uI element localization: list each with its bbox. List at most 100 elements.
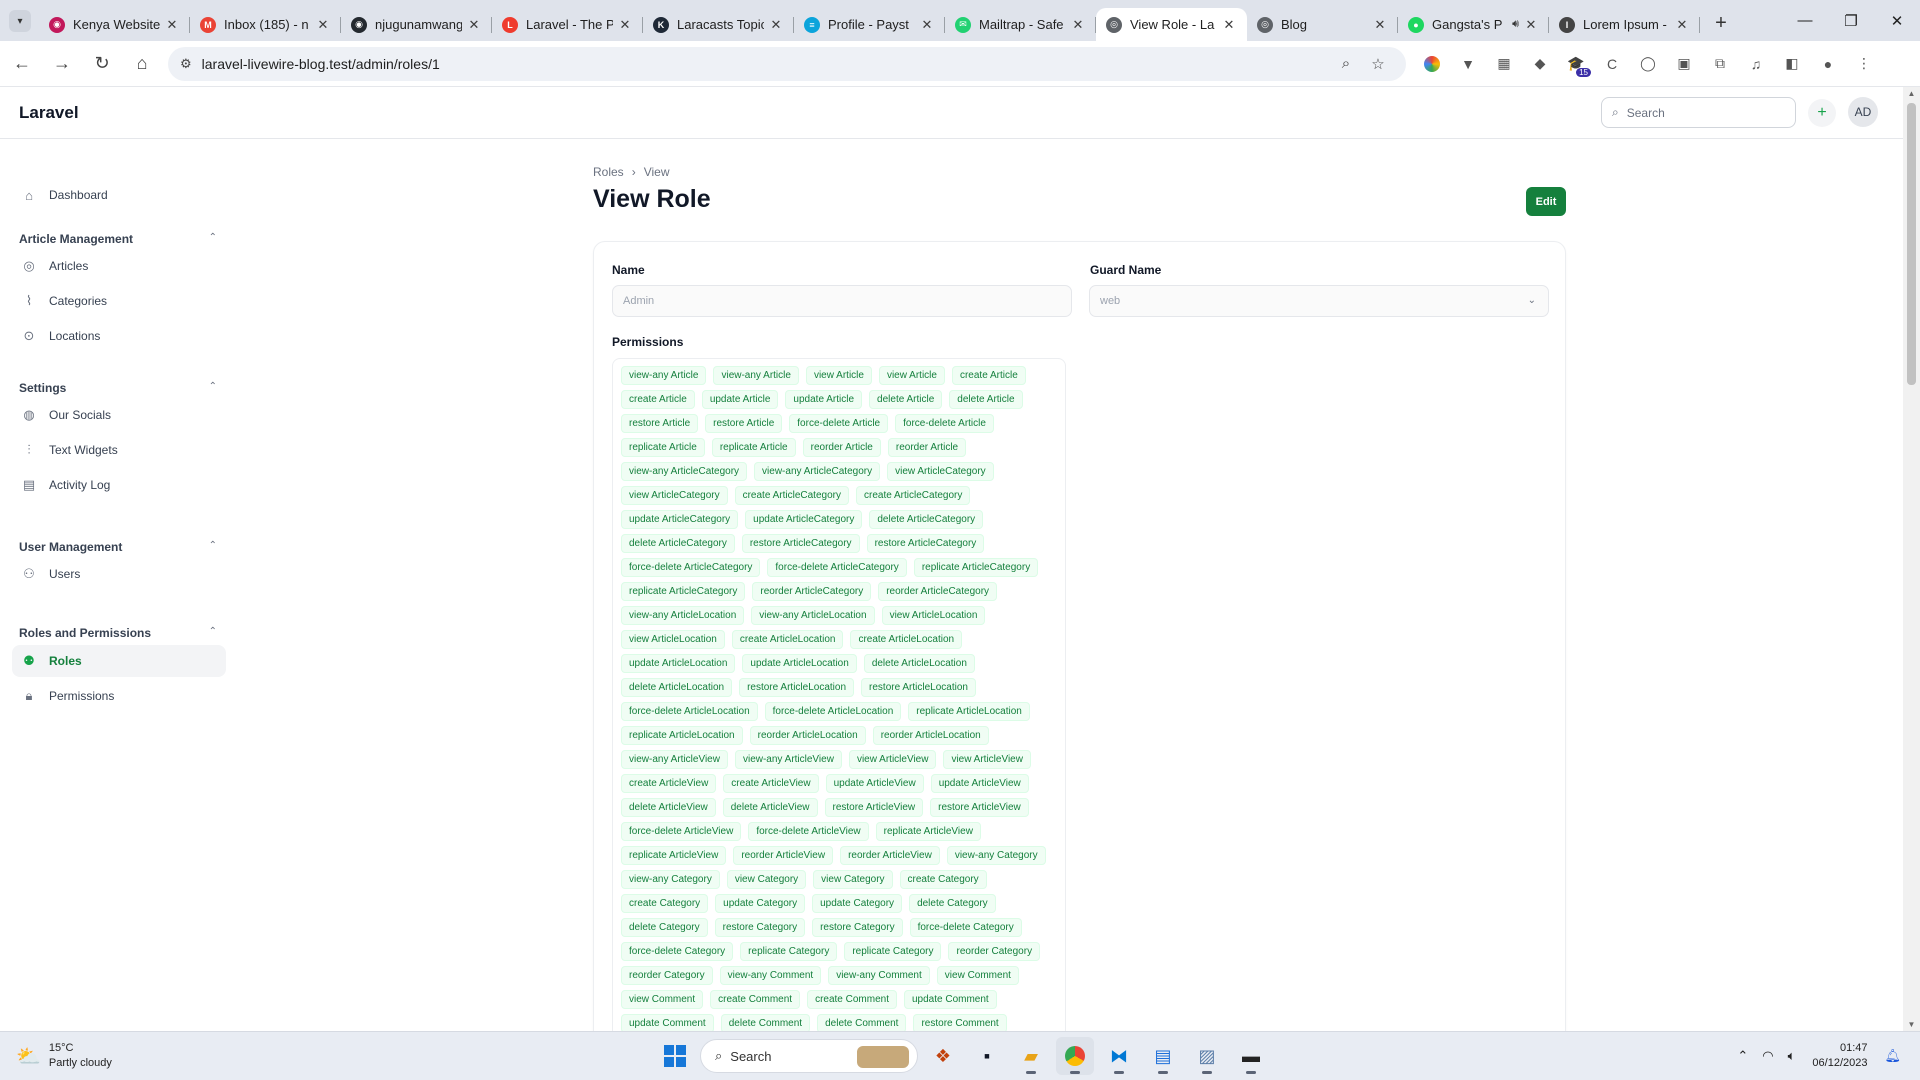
browser-tab[interactable]: I Lorem Ipsum - ✕	[1549, 8, 1700, 41]
new-tab-button[interactable]: +	[1706, 8, 1736, 38]
avatar[interactable]: AD	[1848, 97, 1878, 127]
sidebar-group-user-management[interactable]: User Management ⌃	[19, 540, 217, 554]
sidebar-group-article-management[interactable]: Article Management ⌃	[19, 232, 217, 246]
sidebar-item-users[interactable]: ⚇ Users	[12, 558, 226, 590]
url-text[interactable]: laravel-livewire-blog.test/admin/roles/1	[202, 56, 1330, 72]
color-extension-icon[interactable]	[1414, 49, 1450, 79]
tab-close-icon[interactable]: ✕	[919, 17, 935, 33]
tab-close-icon[interactable]: ✕	[466, 17, 482, 33]
site-info-icon[interactable]: ⚙	[180, 56, 192, 72]
forward-icon[interactable]: →	[44, 46, 80, 82]
vscode-icon[interactable]: ⧓	[1100, 1037, 1138, 1075]
tab-close-icon[interactable]: ✕	[617, 17, 633, 33]
breadcrumb-view[interactable]: View	[644, 165, 670, 179]
breadcrumb-roles[interactable]: Roles	[593, 165, 624, 179]
edit-button[interactable]: Edit	[1526, 187, 1566, 216]
tab-close-icon[interactable]: ✕	[315, 17, 331, 33]
browser-tab[interactable]: M Inbox (185) - n ✕	[190, 8, 341, 41]
chevron-up-icon[interactable]: ⌃	[209, 540, 217, 554]
page-scrollbar[interactable]: ▲ ▼	[1903, 87, 1920, 1031]
task-view-icon[interactable]: ▪	[968, 1037, 1006, 1075]
c-extension-icon[interactable]: C	[1594, 49, 1630, 79]
browser-tab[interactable]: ◉ njugunamwang ✕	[341, 8, 492, 41]
extensions-icon[interactable]: ⧉	[1702, 49, 1738, 79]
sidebar-item-text-widgets[interactable]: ⫶ Text Widgets	[12, 434, 226, 466]
sidebar-item-permissions[interactable]: 🔒︎ Permissions	[12, 680, 226, 712]
tab-audio-icon[interactable]: 🔊︎	[1512, 18, 1519, 31]
browser-tab[interactable]: L Laravel - The P ✕	[492, 8, 643, 41]
tab-close-icon[interactable]: ✕	[1221, 17, 1237, 33]
back-icon[interactable]: ←	[4, 46, 40, 82]
address-bar[interactable]: ⚙ laravel-livewire-blog.test/admin/roles…	[168, 46, 1406, 81]
reload-icon[interactable]: ↻	[84, 46, 120, 82]
side-panel-icon[interactable]: ◧	[1774, 49, 1810, 79]
square-extension-icon[interactable]: ▣	[1666, 49, 1702, 79]
sidebar-item-our-socials[interactable]: ◍ Our Socials	[12, 399, 226, 431]
browser-tab[interactable]: ◎ Blog ✕	[1247, 8, 1398, 41]
chevron-up-icon[interactable]: ⌃	[209, 232, 217, 246]
sidebar-group-settings[interactable]: Settings ⌃	[19, 381, 217, 395]
sidebar-item-activity-log[interactable]: ▤ Activity Log	[12, 469, 226, 501]
photos-icon[interactable]: ▨	[1188, 1037, 1226, 1075]
sidebar-group-roles-and-permissions[interactable]: Roles and Permissions ⌃	[19, 626, 217, 640]
puzzle-piece-extension-icon[interactable]: ◆	[1522, 49, 1558, 79]
graduation-extension-icon[interactable]: 🎓 15	[1558, 49, 1594, 79]
browser-tab[interactable]: ◎ View Role - La ✕	[1096, 8, 1247, 41]
file-explorer-icon[interactable]: ▰	[1012, 1037, 1050, 1075]
notification-bell-icon[interactable]: 🔔︎	[1884, 1048, 1901, 1064]
name-field[interactable]: Admin	[612, 285, 1072, 317]
browser-menu-icon[interactable]: ⋮	[1846, 49, 1882, 79]
sidebar-item-categories[interactable]: ⌇ Categories	[12, 285, 226, 317]
windows-taskbar: ⛅ 15°C Partly cloudy ⌕ Search ❖ ▪ ▰ ⧓ ▤ …	[0, 1031, 1920, 1080]
tab-search-button[interactable]: ▾	[9, 10, 31, 32]
home-icon[interactable]: ⌂	[124, 46, 160, 82]
tab-close-icon[interactable]: ✕	[1372, 17, 1388, 33]
browser-tab[interactable]: ◉ Kenya Website ✕	[39, 8, 190, 41]
scroll-down-icon[interactable]: ▼	[1903, 1020, 1920, 1029]
volume-icon[interactable]: 🔈︎	[1788, 1048, 1796, 1064]
tab-close-icon[interactable]: ✕	[1674, 17, 1690, 33]
taskbar-search[interactable]: ⌕ Search	[700, 1039, 918, 1073]
media-control-icon[interactable]: ♫	[1738, 49, 1774, 79]
chevron-up-icon[interactable]: ⌃	[1737, 1048, 1748, 1064]
guard-name-select[interactable]: web ⌄	[1089, 285, 1549, 317]
terminal-icon[interactable]: ▬	[1232, 1037, 1270, 1075]
chrome-icon[interactable]	[1056, 1037, 1094, 1075]
notepad-icon[interactable]: ▤	[1144, 1037, 1182, 1075]
copilot-icon[interactable]: ❖	[924, 1037, 962, 1075]
global-search-input[interactable]: ⌕ Search	[1601, 97, 1796, 128]
minimize-icon[interactable]: —	[1782, 12, 1828, 29]
tab-close-icon[interactable]: ✕	[768, 17, 784, 33]
tab-close-icon[interactable]: ✕	[1070, 17, 1086, 33]
browser-tab[interactable]: ● Gangsta's P 🔊︎ ✕	[1398, 8, 1549, 41]
profile-icon[interactable]: ●	[1810, 49, 1846, 79]
tab-title: Laracasts Topic	[677, 17, 764, 32]
zoom-icon[interactable]: ⌕	[1330, 55, 1362, 72]
sidebar-item-articles[interactable]: ◎ Articles	[12, 250, 226, 282]
browser-tab[interactable]: ≡ Profile - Payst ✕	[794, 8, 945, 41]
circle-extension-icon[interactable]: ◯	[1630, 49, 1666, 79]
chevron-up-icon[interactable]: ⌃	[209, 626, 217, 640]
browser-tab[interactable]: K Laracasts Topic ✕	[643, 8, 794, 41]
restore-icon[interactable]: ❐	[1828, 12, 1874, 30]
tab-close-icon[interactable]: ✕	[1523, 17, 1539, 33]
weather-widget[interactable]: ⛅ 15°C Partly cloudy	[16, 1041, 112, 1071]
create-new-button[interactable]: +	[1808, 99, 1836, 127]
scroll-up-icon[interactable]: ▲	[1903, 89, 1920, 98]
sidebar-item-dashboard[interactable]: ⌂ Dashboard	[12, 179, 226, 211]
tab-favicon-icon: I	[1559, 16, 1575, 33]
browser-tab[interactable]: ✉ Mailtrap - Safe ✕	[945, 8, 1096, 41]
scrollbar-thumb[interactable]	[1907, 103, 1916, 385]
start-icon[interactable]	[656, 1037, 694, 1075]
wifi-icon[interactable]: ◠	[1762, 1048, 1773, 1064]
vue-extension-icon[interactable]: ▼	[1450, 49, 1486, 79]
brand-logo[interactable]: Laravel	[19, 103, 79, 123]
close-window-icon[interactable]: ✕	[1874, 12, 1920, 30]
chevron-up-icon[interactable]: ⌃	[209, 381, 217, 395]
sidebar-item-roles[interactable]: ⚉ Roles	[12, 645, 226, 677]
bookmark-star-icon[interactable]: ☆	[1362, 55, 1394, 73]
tab-close-icon[interactable]: ✕	[164, 17, 180, 33]
sidebar-item-locations[interactable]: ⊙ Locations	[12, 320, 226, 352]
grid-extension-icon[interactable]: ▦	[1486, 49, 1522, 79]
clock[interactable]: 01:47 06/12/2023	[1812, 1041, 1867, 1071]
